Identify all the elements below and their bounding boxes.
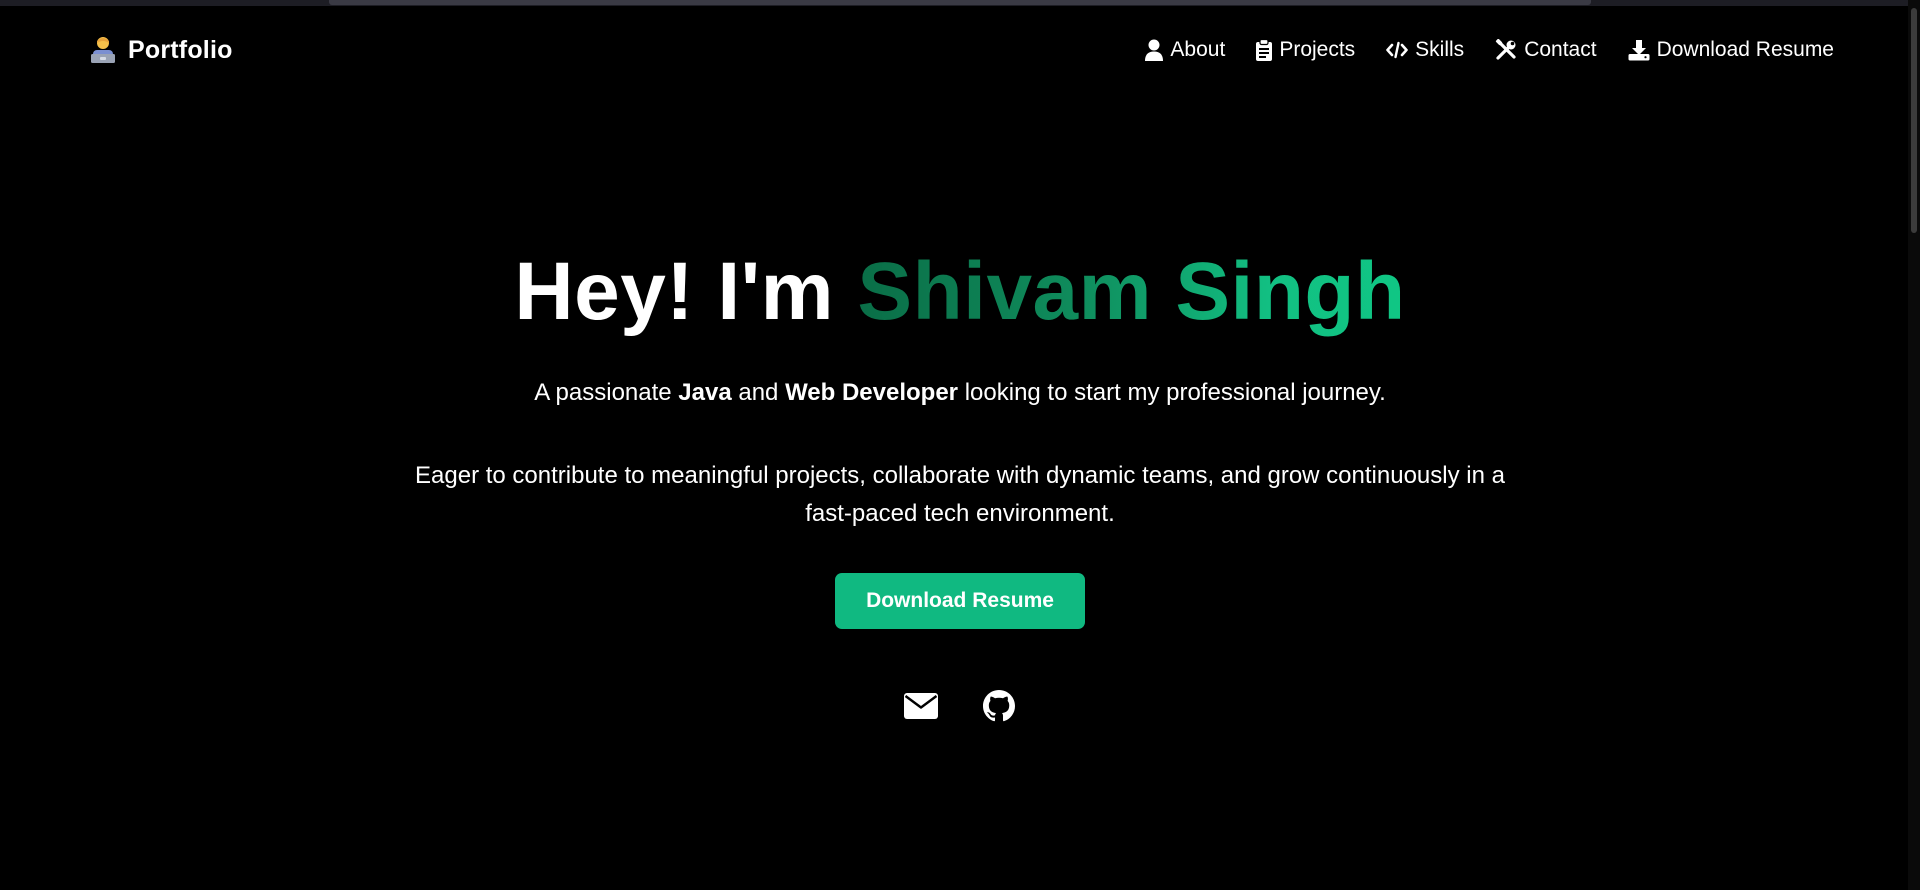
tagline-and: and bbox=[738, 379, 779, 406]
nav-label-skills: Skills bbox=[1415, 38, 1465, 61]
top-navbar: Portfolio About Projects Skills Contact … bbox=[0, 24, 1908, 78]
download-resume-button[interactable]: Download Resume bbox=[835, 573, 1085, 629]
nav-label-projects: Projects bbox=[1279, 38, 1356, 61]
download-icon bbox=[1628, 39, 1650, 61]
tagline-prefix: A passionate bbox=[534, 379, 672, 406]
hero-description: Eager to contribute to meaningful projec… bbox=[415, 462, 1505, 527]
nav-item-skills[interactable]: Skills bbox=[1386, 38, 1464, 62]
brand-title: Portfolio bbox=[128, 35, 233, 64]
nav-links: About Projects Skills Contact Download R… bbox=[1145, 38, 1834, 62]
nav-label-about: About bbox=[1170, 38, 1226, 61]
user-icon bbox=[1145, 39, 1164, 61]
tagline-web-developer: Web Developer bbox=[785, 379, 959, 406]
nav-item-projects[interactable]: Projects bbox=[1256, 38, 1355, 62]
browser-top-strip bbox=[0, 0, 1920, 6]
github-icon bbox=[983, 689, 1015, 727]
hero-heading: Hey! I'm Shivam Singh bbox=[0, 240, 1920, 344]
tools-icon bbox=[1495, 39, 1517, 61]
nav-label-contact: Contact bbox=[1524, 38, 1597, 61]
tagline-suffix: looking to start my professional journey… bbox=[964, 379, 1386, 406]
hero-section: Hey! I'm Shivam Singh A passionate Java … bbox=[0, 240, 1920, 725]
github-link[interactable] bbox=[982, 689, 1016, 727]
nav-item-about[interactable]: About bbox=[1145, 38, 1225, 62]
browser-tab-highlight bbox=[329, 0, 1591, 5]
hero-name: Shivam Singh bbox=[857, 246, 1406, 337]
email-link[interactable] bbox=[904, 691, 938, 725]
clipboard-icon bbox=[1256, 39, 1273, 61]
tagline-java: Java bbox=[678, 379, 732, 406]
social-links bbox=[0, 689, 1920, 727]
brand-logo[interactable]: Portfolio bbox=[90, 35, 233, 65]
nav-item-download-resume[interactable]: Download Resume bbox=[1628, 38, 1834, 62]
envelope-icon bbox=[904, 692, 938, 724]
technologist-icon bbox=[90, 35, 116, 65]
nav-item-contact[interactable]: Contact bbox=[1495, 38, 1597, 62]
nav-label-download-resume: Download Resume bbox=[1656, 38, 1834, 61]
scrollbar-thumb[interactable] bbox=[1911, 8, 1917, 233]
hero-tagline: A passionate Java and Web Developer look… bbox=[0, 377, 1920, 409]
code-icon bbox=[1386, 41, 1408, 59]
hero-greeting: Hey! I'm bbox=[514, 246, 835, 337]
